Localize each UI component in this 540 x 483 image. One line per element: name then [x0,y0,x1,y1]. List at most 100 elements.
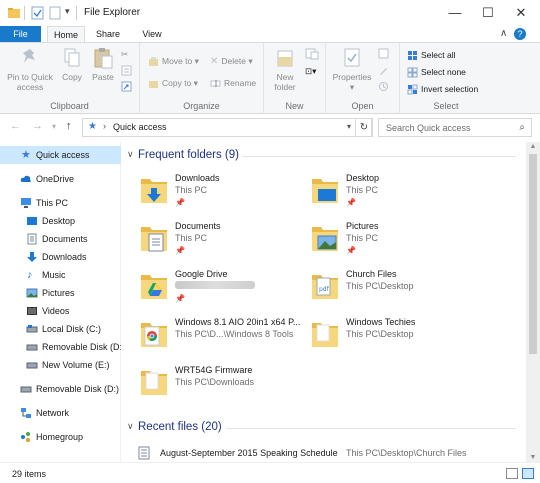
sidebar-item-this-pc[interactable]: This PC [0,194,121,212]
pin-label-line2: access [16,82,44,92]
tile-location: This PC [346,185,379,195]
divider [226,428,516,429]
sidebar-item-music[interactable]: ♪ Music [0,266,121,284]
folder-tile-google-drive[interactable]: Google Drive 📌 [122,266,292,312]
sidebar-item-videos[interactable]: Videos [0,302,121,320]
rename-icon [210,80,221,88]
documents-icon [27,233,37,245]
divider [242,156,516,157]
paste-label: Paste [92,72,114,82]
recent-locations-icon[interactable]: ▾ [52,122,56,131]
pin-to-quick-access-button[interactable]: Pin to Quick access [4,47,56,92]
organize-group-label: Organize [183,101,220,111]
vertical-scrollbar[interactable]: ▲ ▼ [526,142,540,462]
invert-selection-icon [407,84,418,95]
sidebar-item-label: Removable Disk (D: [42,342,121,352]
breadcrumb-separator-icon[interactable]: › [103,121,106,131]
folder-tile-windows-aio[interactable]: Windows 8.1 AIO 20in1 x64 P... This PC\D… [122,314,300,360]
sidebar-item-desktop[interactable]: Desktop [0,212,121,230]
tile-name: WRT54G Firmware [175,365,253,375]
paste-button[interactable]: Paste [88,47,118,82]
properties-quick-icon[interactable] [31,6,44,20]
folder-tile-pictures[interactable]: Pictures This PC 📌 [293,218,463,264]
easy-access-icon[interactable]: ⊡▾ [305,65,316,77]
address-path[interactable]: Quick access [113,122,167,132]
folder-tile-documents[interactable]: Documents This PC 📌 [122,218,292,264]
new-folder-quick-icon[interactable] [49,6,61,20]
scroll-up-icon[interactable]: ▲ [526,143,540,150]
edit-icon[interactable] [378,65,389,76]
rename-button[interactable]: Rename [210,77,256,89]
folder-tile-windows-techies[interactable]: Windows Techies This PC\Desktop [293,314,463,360]
sidebar-item-label: Homegroup [36,432,84,442]
content-pane: ∨ Frequent folders (9) Downloads This PC… [122,142,526,462]
properties-button[interactable]: Properties ▾ [330,47,374,92]
address-bar[interactable]: ★ › Quick access ▾ [82,118,372,137]
help-icon[interactable]: ? [514,28,526,40]
tile-location: This PC [346,233,379,243]
quick-access-toolbar-dropdown[interactable]: ▾ [65,6,70,20]
search-input[interactable] [379,119,509,136]
up-arrow-icon[interactable]: ↑ [66,120,72,132]
details-view-icon[interactable] [506,468,518,479]
scroll-down-icon[interactable]: ▼ [526,454,540,461]
tab-share[interactable]: Share [88,26,128,43]
sidebar-item-homegroup[interactable]: Homegroup [0,428,121,446]
search-icon[interactable]: ⌕ [519,122,525,133]
copy-button[interactable]: Copy [58,47,86,82]
chevron-down-icon[interactable]: ∨ [127,149,134,160]
sidebar-item-new-volume-e[interactable]: New Volume (E:) [0,356,121,374]
sidebar-item-pictures[interactable]: Pictures [0,284,121,302]
new-folder-button[interactable]: New folder [268,47,302,92]
open-icon[interactable] [378,48,389,59]
recent-file-row[interactable]: August-September 2015 Speaking Schedule … [122,444,522,462]
close-button[interactable]: ✕ [506,3,536,23]
collapse-ribbon-icon[interactable]: ∧ [500,28,507,39]
minimize-button[interactable]: — [440,3,470,23]
move-to-button[interactable]: Move to ▾ [148,55,199,67]
frequent-folders-header[interactable]: ∨ Frequent folders (9) [122,146,522,164]
sidebar-item-local-disk-c[interactable]: Local Disk (C:) [0,320,121,338]
sidebar-item-documents[interactable]: Documents [0,230,121,248]
maximize-button[interactable]: ☐ [473,3,503,23]
delete-button[interactable]: ✕ Delete ▾ [210,55,253,67]
tab-view[interactable]: View [132,26,172,43]
sidebar-item-downloads[interactable]: Downloads [0,248,121,266]
sidebar-item-removable-disk-d-2[interactable]: Removable Disk (D:) [0,380,121,398]
sidebar-item-onedrive[interactable]: OneDrive [0,170,121,188]
sidebar-item-network[interactable]: Network [0,404,121,422]
new-folder-label-line2: folder [274,82,296,92]
sidebar-item-removable-disk-d[interactable]: Removable Disk (D: [0,338,121,356]
tab-file[interactable]: File [0,26,41,43]
folder-tile-wrt54g-firmware[interactable]: WRT54G Firmware This PC\Downloads [122,362,292,408]
select-none-button[interactable]: Select none [407,66,466,78]
scrollbar-thumb[interactable] [529,154,537,354]
copy-to-button[interactable]: Copy to ▾ [148,77,198,89]
drive-icon [26,362,38,369]
folder-tile-desktop[interactable]: Desktop This PC 📌 [293,170,463,216]
new-item-icon[interactable] [305,48,319,60]
star-icon: ★ [21,149,31,161]
copy-to-label: Copy to [162,78,192,88]
address-dropdown-icon[interactable]: ▾ [347,122,351,131]
tile-location-redacted [175,281,255,291]
title-bar: ▾ File Explorer — ☐ ✕ [0,0,540,26]
cut-icon[interactable]: ✂ [121,48,128,60]
select-all-label: Select all [421,50,456,60]
forward-arrow-icon[interactable]: → [32,120,43,132]
history-icon[interactable] [378,81,389,92]
sidebar-item-quick-access[interactable]: ★ Quick access [0,146,121,164]
recent-files-header[interactable]: ∨ Recent files (20) [122,418,522,436]
refresh-button[interactable]: ↻ [355,118,373,137]
folder-tile-downloads[interactable]: Downloads This PC 📌 [122,170,292,216]
search-box[interactable]: ⌕ [378,118,532,137]
invert-selection-button[interactable]: Invert selection [407,83,478,95]
copy-path-icon[interactable] [121,65,132,76]
select-all-button[interactable]: Select all [407,49,456,61]
tab-home[interactable]: Home [47,26,85,43]
folder-tile-church-files[interactable]: pdf Church Files This PC\Desktop [293,266,463,312]
large-icons-view-icon[interactable] [522,468,534,479]
back-arrow-icon[interactable]: ← [10,120,21,132]
paste-shortcut-icon[interactable] [121,81,132,92]
chevron-down-icon[interactable]: ∨ [127,421,134,432]
